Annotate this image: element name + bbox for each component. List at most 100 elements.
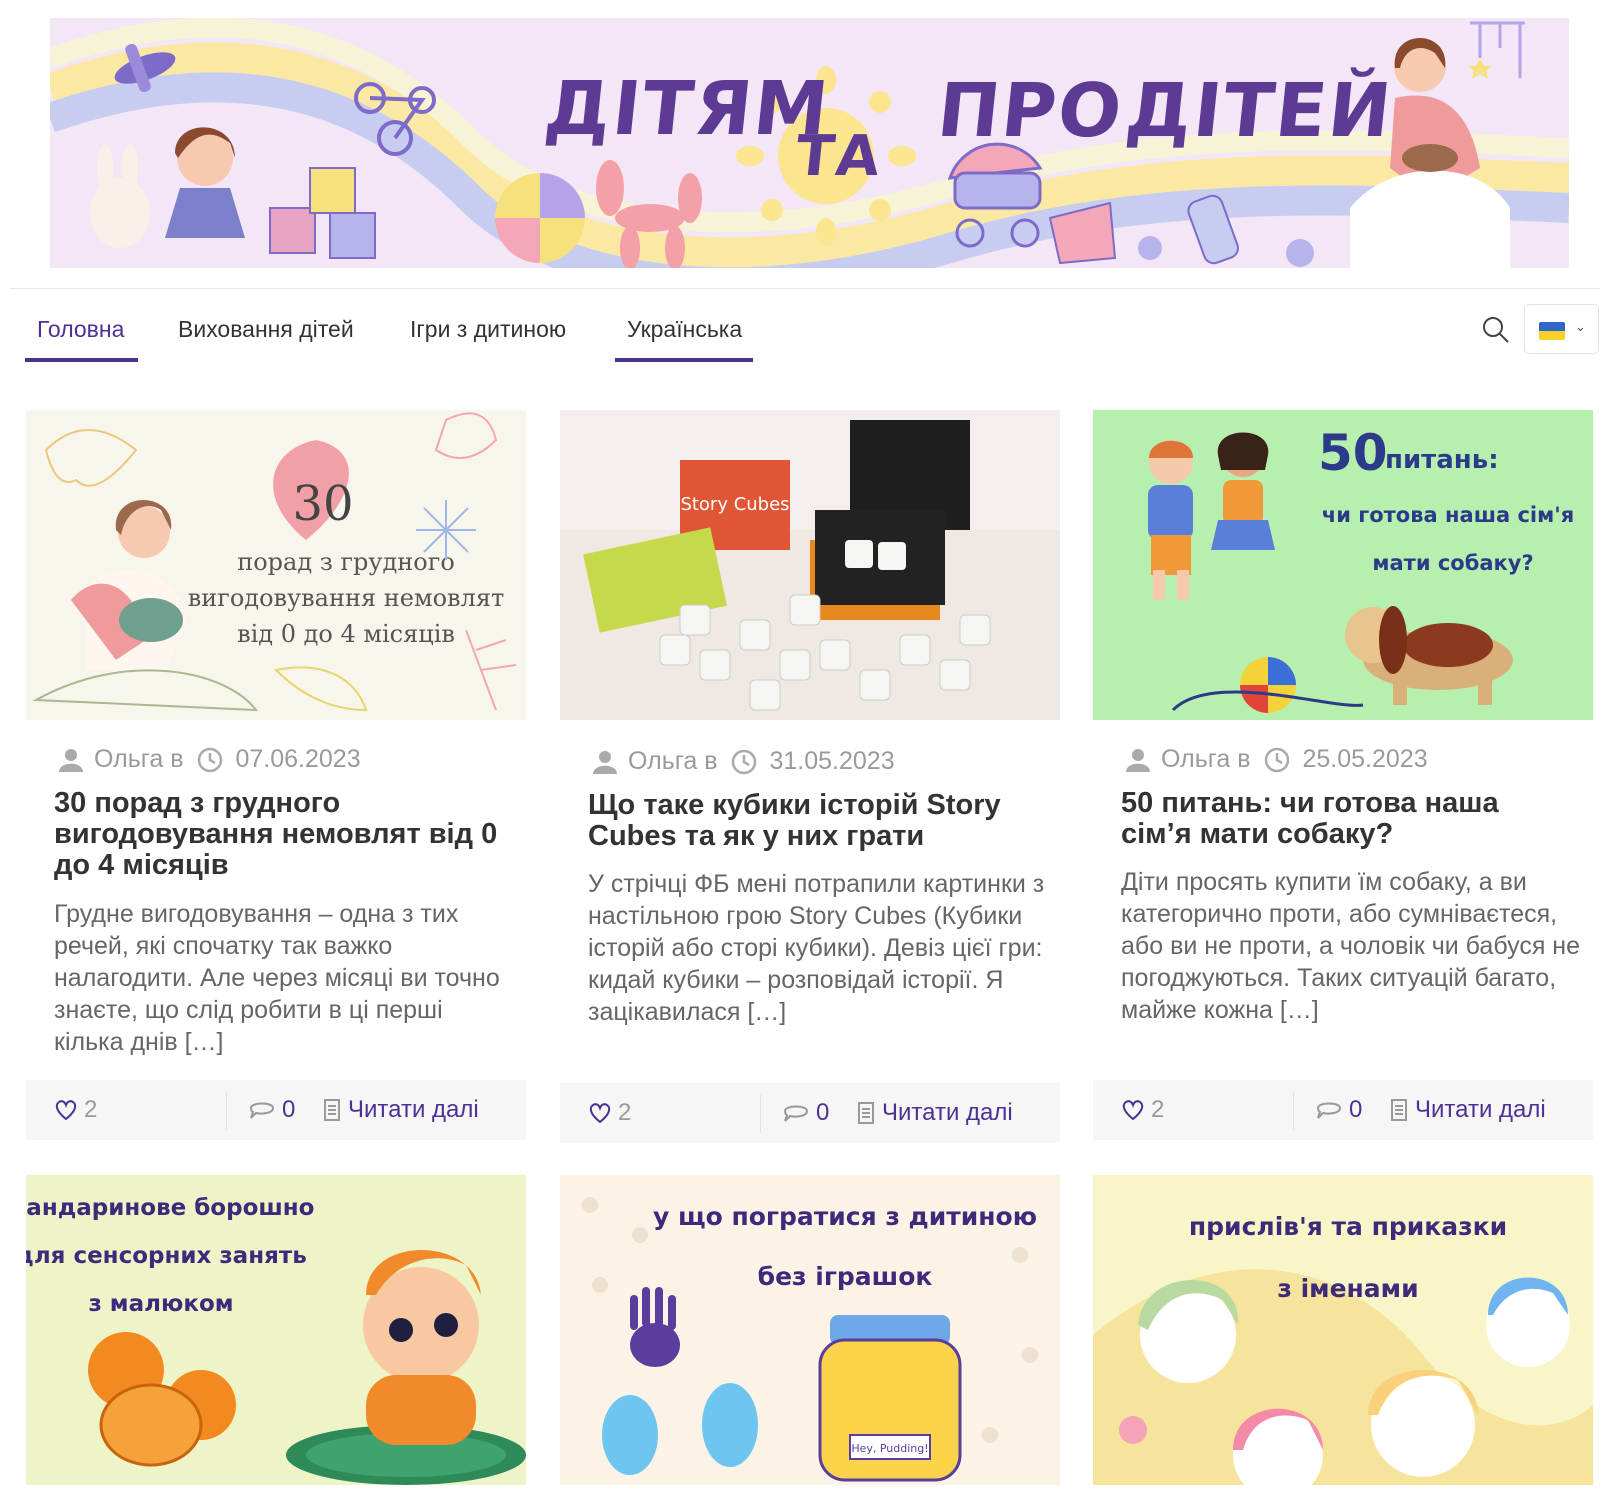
svg-text:чи готова наша сім'я: чи готова наша сім'я [1322,503,1574,527]
comment-count: 0 [282,1096,296,1123]
post-footer: 2 0 Читати далі [26,1080,526,1140]
ukraine-flag-icon [1539,322,1565,340]
post-thumbnail[interactable]: мандаринове борошно для сенсорних занять… [26,1175,526,1485]
svg-text:прислів'я та приказки: прислів'я та приказки [1189,1212,1507,1241]
post-title[interactable]: 30 порад з грудного вигодовування немовл… [54,788,504,881]
post-excerpt: Грудне вигодовування – одна з тих речей,… [54,900,500,1056]
nav-item-parenting[interactable]: Виховання дітей [166,310,366,362]
language-switcher[interactable]: ⌄ [1524,304,1599,354]
post-meta: Ольга в 25.05.2023 [1125,745,1428,774]
like-count: 2 [1151,1096,1165,1123]
post-title[interactable]: Що таке кубики історій Story Cubes та як… [588,790,1038,852]
banner-title-word: ДІТЕЙ [1121,68,1397,154]
comment-icon [249,1102,275,1119]
heart-icon [1122,1100,1144,1121]
ball-icon [495,173,585,263]
header-banner[interactable]: ДІТЯМ ТА ПРО ДІТЕЙ [50,18,1569,268]
comments-link[interactable]: 0 [782,1099,829,1127]
post-author[interactable]: Ольга в [1161,745,1250,774]
like-button[interactable]: 2 [54,1096,97,1124]
search-button[interactable] [1478,312,1514,348]
comment-count: 0 [1349,1096,1363,1123]
header-divider [10,288,1600,289]
post-author[interactable]: Ольга в [628,747,717,776]
heart-icon [589,1103,611,1124]
post-date: 31.05.2023 [769,747,895,775]
like-count: 2 [84,1096,98,1123]
comment-icon [1316,1102,1342,1119]
banner-title-word: ПРО [933,68,1128,154]
post-thumbnail[interactable]: 30 порад з грудного вигодовування немовл… [26,410,526,720]
post-excerpt: Діти просять купити їм собаку, а ви кате… [1121,868,1581,1024]
comment-icon [783,1105,809,1122]
post-excerpt: У стрічці ФБ мені потрапили картинки з н… [588,870,1045,1026]
post-thumbnail[interactable]: у що погратися з дитиною без іграшок Hey… [560,1175,1060,1485]
document-icon [858,1102,874,1124]
svg-text:від 0 до 4 місяців: від 0 до 4 місяців [237,620,455,648]
post-date: 25.05.2023 [1302,745,1428,773]
play-without-toys-illustration: у що погратися з дитиною без іграшок Hey… [560,1175,1060,1485]
document-icon [1391,1099,1407,1121]
nav-item-ukrainian[interactable]: Українська [615,310,753,362]
user-icon [1126,748,1150,772]
heart-icon [55,1100,77,1121]
svg-text:вигодовування немовлят: вигодовування немовлят [188,584,504,612]
post-meta: Ольга в 07.06.2023 [58,745,361,774]
tangerine-flour-illustration: мандаринове борошно для сенсорних занять… [26,1175,526,1485]
clock-icon [732,749,757,774]
like-button[interactable]: 2 [588,1099,631,1127]
footer-divider [226,1092,227,1130]
read-more-link[interactable]: Читати далі [856,1099,1013,1127]
nav-item-home[interactable]: Головна [25,310,138,362]
svg-text:мати собаку?: мати собаку? [1372,551,1533,575]
svg-text:50: 50 [1318,424,1388,482]
banner-title-word: ДІТЯМ [540,66,835,152]
post-date: 07.06.2023 [235,745,361,773]
read-more-link[interactable]: Читати далі [1389,1096,1546,1124]
svg-text:у що погратися з дитиною: у що погратися з дитиною [653,1202,1037,1231]
clock-icon [198,747,223,772]
footer-divider [1293,1092,1294,1130]
post-meta: Ольга в 31.05.2023 [592,747,895,776]
svg-text:питань:: питань: [1385,445,1499,475]
nav-item-games[interactable]: Ігри з дитиною [398,310,578,362]
svg-text:мандаринове борошно: мандаринове борошно [26,1195,315,1221]
svg-text:30: 30 [292,476,353,532]
read-more-label: Читати далі [1415,1096,1546,1123]
post-footer: 2 0 Читати далі [560,1083,1060,1143]
document-icon [324,1099,340,1121]
post-author[interactable]: Ольга в [94,745,183,774]
comments-link[interactable]: 0 [248,1096,295,1124]
post-title[interactable]: 50 питань: чи готова наша сім’я мати соб… [1121,788,1571,850]
svg-text:з іменами: з іменами [1277,1274,1418,1303]
chevron-down-icon: ⌄ [1575,319,1586,334]
search-icon [1483,317,1509,343]
blocks-icon [269,167,376,259]
breastfeeding-illustration: 30 порад з грудного вигодовування немовл… [26,410,526,720]
clock-icon [1265,747,1290,772]
bunny-icon [90,144,150,248]
like-count: 2 [618,1099,632,1126]
svg-text:з малюком: з малюком [88,1291,233,1317]
svg-text:Hey, Pudding!: Hey, Pudding! [851,1442,928,1455]
post-thumbnail[interactable]: прислів'я та приказки з іменами [1093,1175,1593,1485]
comments-link[interactable]: 0 [1315,1096,1362,1124]
footer-divider [760,1095,761,1133]
svg-text:Story Cubes: Story Cubes [680,494,789,515]
read-more-link[interactable]: Читати далі [322,1096,479,1124]
comment-count: 0 [816,1099,830,1126]
banner-title-word: ТА [792,124,885,189]
like-button[interactable]: 2 [1121,1096,1164,1124]
proverbs-with-names-illustration: прислів'я та приказки з іменами [1093,1175,1593,1485]
read-more-label: Читати далі [882,1099,1013,1126]
read-more-label: Читати далі [348,1096,479,1123]
kids-and-dog-illustration: 50 питань: чи готова наша сім'я мати соб… [1093,410,1593,720]
post-thumbnail[interactable]: 50 питань: чи готова наша сім'я мати соб… [1093,410,1593,720]
user-icon [59,748,83,772]
post-thumbnail[interactable]: Story Cubes [560,410,1060,720]
svg-text:без іграшок: без іграшок [758,1262,933,1291]
story-cubes-photo: Story Cubes [560,410,1060,720]
user-icon [593,750,617,774]
svg-text:для сенсорних занять: для сенсорних занять [26,1243,307,1269]
post-footer: 2 0 Читати далі [1093,1080,1593,1140]
